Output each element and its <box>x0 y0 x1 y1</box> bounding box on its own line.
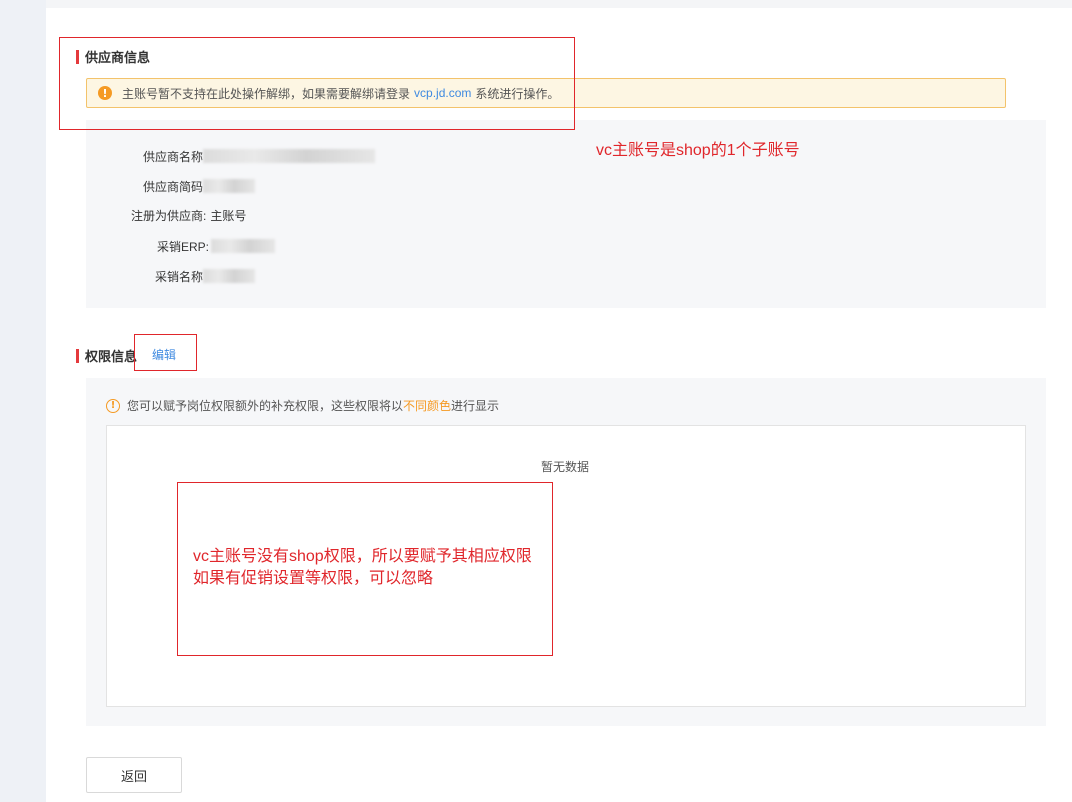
field-buyer-erp: 采销ERP: <box>157 236 276 256</box>
field-label: 注册为供应商: <box>131 208 207 223</box>
annotation-note-2-line2: 如果有促销设置等权限，可以忽略 <box>193 570 434 587</box>
permission-section-title: 权限信息 <box>76 346 137 365</box>
field-label: 供应商名称 <box>143 149 204 164</box>
info-warning-icon: ! <box>106 398 120 413</box>
redacted-value <box>203 179 256 193</box>
annotation-box-edit <box>134 334 197 371</box>
redacted-value <box>203 269 256 283</box>
annotation-box-supplier <box>59 37 575 130</box>
annotation-note-1: vc主账号是shop的1个子账号 <box>596 142 800 159</box>
field-supplier-name: 供应商名称 <box>143 146 376 166</box>
field-label: 采销ERP: <box>157 239 210 254</box>
field-value: 主账号 <box>210 208 247 223</box>
top-strip <box>46 0 1072 8</box>
title-accent-bar <box>76 348 79 363</box>
annotation-note-2-line1: vc主账号没有shop权限，所以要赋予其相应权限 <box>193 548 532 565</box>
field-label: 供应商简码 <box>143 179 204 194</box>
hint-text-prefix: 您可以赋予岗位权限额外的补充权限，这些权限将以 <box>127 399 404 413</box>
field-buyer-name: 采销名称 <box>155 266 256 286</box>
empty-state-text: 暂无数据 <box>541 460 590 474</box>
permission-section-title-text: 权限信息 <box>85 349 138 364</box>
field-label: 采销名称 <box>155 269 204 284</box>
field-supplier-code: 供应商简码 <box>143 176 256 196</box>
left-sidebar-strip <box>0 0 46 802</box>
redacted-value <box>203 149 376 163</box>
hint-highlight-text: 不同颜色 <box>403 399 452 413</box>
hint-text-suffix: 进行显示 <box>451 399 500 413</box>
field-registered-as: 注册为供应商: 主账号 <box>131 205 246 225</box>
permission-hint: ! 您可以赋予岗位权限额外的补充权限，这些权限将以 不同颜色 进行显示 <box>106 397 499 414</box>
redacted-value <box>211 239 276 253</box>
back-button[interactable]: 返回 <box>86 757 182 793</box>
